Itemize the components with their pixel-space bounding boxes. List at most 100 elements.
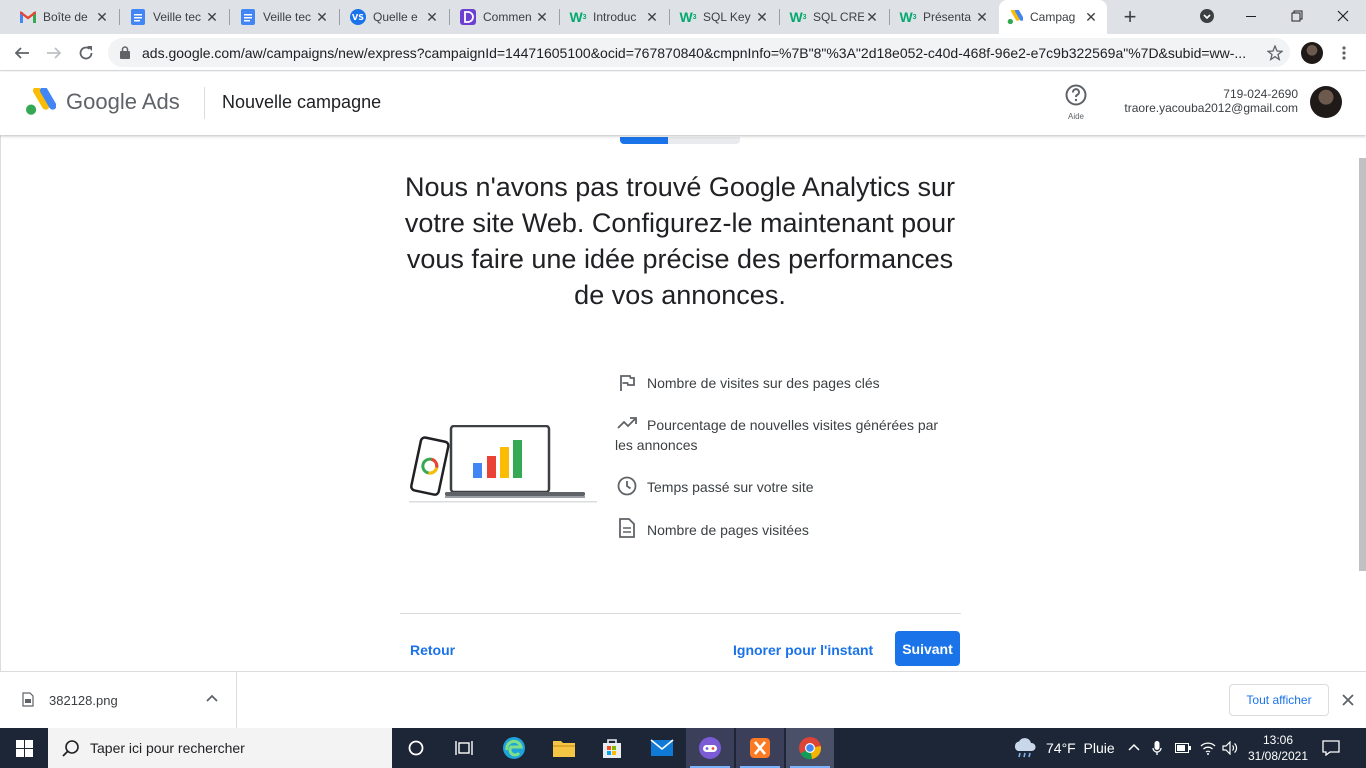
- xampp-icon: [750, 738, 770, 758]
- notifications-button[interactable]: [1322, 728, 1340, 768]
- close-tab-icon[interactable]: ✕: [424, 9, 440, 25]
- browser-tab-active[interactable]: Campag ✕: [999, 0, 1107, 34]
- browser-tab[interactable]: Commen ✕: [452, 0, 558, 34]
- tab-title: SQL CRE: [813, 10, 864, 24]
- lock-icon[interactable]: [120, 46, 130, 59]
- weather-text: 74°F Pluie: [1046, 740, 1115, 756]
- task-view-icon: [455, 741, 473, 755]
- close-tab-icon[interactable]: ✕: [974, 9, 990, 25]
- flag-icon: [615, 371, 639, 395]
- battery-icon: [1175, 743, 1191, 753]
- next-button[interactable]: Suivant: [895, 631, 960, 666]
- taskbar-search-box[interactable]: Taper ici pour rechercher: [48, 728, 392, 768]
- bookmark-star-icon[interactable]: [1260, 44, 1290, 61]
- profile-avatar: [1301, 42, 1323, 64]
- back-button[interactable]: [8, 39, 36, 67]
- browser-tab[interactable]: Veille tec ✕: [232, 0, 338, 34]
- gmail-icon: [20, 9, 36, 25]
- start-button[interactable]: [0, 728, 48, 768]
- google-ads-logo[interactable]: Google Ads: [24, 88, 180, 116]
- reload-button[interactable]: [72, 39, 100, 67]
- close-tab-icon[interactable]: ✕: [314, 9, 330, 25]
- browser-tab[interactable]: W3 SQL CRE ✕: [782, 0, 888, 34]
- wifi-icon: [1200, 742, 1216, 755]
- download-shelf: 382128.png Tout afficher: [0, 671, 1366, 728]
- chevron-up-icon[interactable]: [204, 691, 220, 712]
- browser-tab[interactable]: W3 Introduc ✕: [562, 0, 668, 34]
- step-progress-bar: [620, 137, 740, 144]
- scrollbar-thumb[interactable]: [1359, 158, 1366, 571]
- taskbar-edge[interactable]: [490, 728, 538, 768]
- cortana-button[interactable]: [392, 728, 440, 768]
- browser-tab[interactable]: W3 Présenta ✕: [892, 0, 998, 34]
- tab-title: Quelle e: [373, 10, 418, 24]
- forward-button[interactable]: [40, 39, 68, 67]
- notification-icon: [1322, 740, 1340, 756]
- mail-icon: [650, 739, 674, 756]
- close-tab-icon[interactable]: ✕: [1083, 9, 1099, 25]
- new-tab-button[interactable]: +: [1118, 4, 1142, 29]
- feature-text: Temps passé sur votre site: [647, 479, 814, 495]
- vs-icon: VS: [350, 9, 366, 25]
- show-hidden-icons-button[interactable]: [1128, 728, 1140, 768]
- help-icon: [1065, 84, 1087, 106]
- browser-tab[interactable]: VS Quelle e ✕: [342, 0, 448, 34]
- profile-button[interactable]: [1298, 39, 1326, 67]
- weather-widget[interactable]: 74°F Pluie: [1012, 728, 1115, 768]
- skip-button[interactable]: Ignorer pour l'instant: [723, 632, 883, 668]
- close-tab-icon[interactable]: ✕: [644, 9, 660, 25]
- taskbar-file-explorer[interactable]: [540, 728, 588, 768]
- google-ads-icon: [1007, 9, 1023, 25]
- tab-search-button[interactable]: [1184, 0, 1230, 32]
- tab-title: SQL Key: [703, 10, 751, 24]
- download-item[interactable]: 382128.png: [0, 672, 237, 728]
- chrome-menu-button[interactable]: [1330, 39, 1358, 67]
- help-button[interactable]: [1064, 84, 1088, 111]
- w3schools-icon: W3: [569, 9, 587, 25]
- taskbar-mail[interactable]: [638, 728, 686, 768]
- search-placeholder: Taper ici pour rechercher: [90, 740, 245, 756]
- feature-item: Nombre de visites sur des pages clés: [615, 373, 955, 393]
- taskbar-game-app[interactable]: [686, 728, 734, 768]
- tab-title: Campag: [1030, 10, 1076, 24]
- volume-tray[interactable]: [1222, 728, 1238, 768]
- battery-tray[interactable]: [1175, 728, 1191, 768]
- network-tray[interactable]: [1200, 728, 1216, 768]
- microphone-icon: [1152, 741, 1162, 755]
- address-bar[interactable]: ads.google.com/aw/campaigns/new/express?…: [108, 38, 1290, 67]
- close-tab-icon[interactable]: ✕: [204, 9, 220, 25]
- w3schools-icon: W3: [899, 9, 917, 25]
- taskbar-chrome[interactable]: [786, 728, 834, 768]
- close-tab-icon[interactable]: ✕: [864, 9, 880, 25]
- show-all-downloads-button[interactable]: Tout afficher: [1229, 684, 1329, 716]
- close-window-button[interactable]: [1320, 0, 1366, 32]
- tab-title: Veille tec: [263, 10, 312, 24]
- browser-tab[interactable]: Veille tec ✕: [122, 0, 228, 34]
- folder-icon: [553, 741, 575, 757]
- taskbar-xampp[interactable]: [736, 728, 784, 768]
- svg-text:VS: VS: [352, 13, 364, 22]
- close-tab-icon[interactable]: ✕: [534, 9, 550, 25]
- account-avatar[interactable]: [1310, 86, 1342, 118]
- browser-tab[interactable]: W3 SQL Key ✕: [672, 0, 778, 34]
- task-view-button[interactable]: [440, 728, 488, 768]
- close-tab-icon[interactable]: ✕: [94, 9, 110, 25]
- taskbar-clock[interactable]: 13:06 31/08/2021: [1242, 732, 1314, 764]
- restore-button[interactable]: [1274, 0, 1320, 32]
- minimize-button[interactable]: [1228, 0, 1274, 32]
- footer-divider: [400, 613, 961, 614]
- header-divider: [204, 87, 205, 119]
- feature-item: Nombre de pages visitées: [615, 518, 955, 540]
- microphone-tray[interactable]: [1152, 728, 1162, 768]
- app-d-icon: [460, 9, 476, 25]
- browser-tab[interactable]: Boîte de ✕: [12, 0, 118, 34]
- account-info[interactable]: 719-024-2690 traore.yacouba2012@gmail.co…: [1124, 87, 1298, 115]
- back-link-button[interactable]: Retour: [400, 632, 465, 668]
- chevron-up-icon: [1128, 743, 1140, 751]
- tab-title: Veille tec: [153, 10, 202, 24]
- close-tab-icon[interactable]: ✕: [754, 9, 770, 25]
- trending-up-icon: [615, 411, 639, 435]
- browser-toolbar: ads.google.com/aw/campaigns/new/express?…: [0, 34, 1366, 71]
- close-shelf-button[interactable]: [1338, 690, 1358, 710]
- taskbar-store[interactable]: [588, 728, 636, 768]
